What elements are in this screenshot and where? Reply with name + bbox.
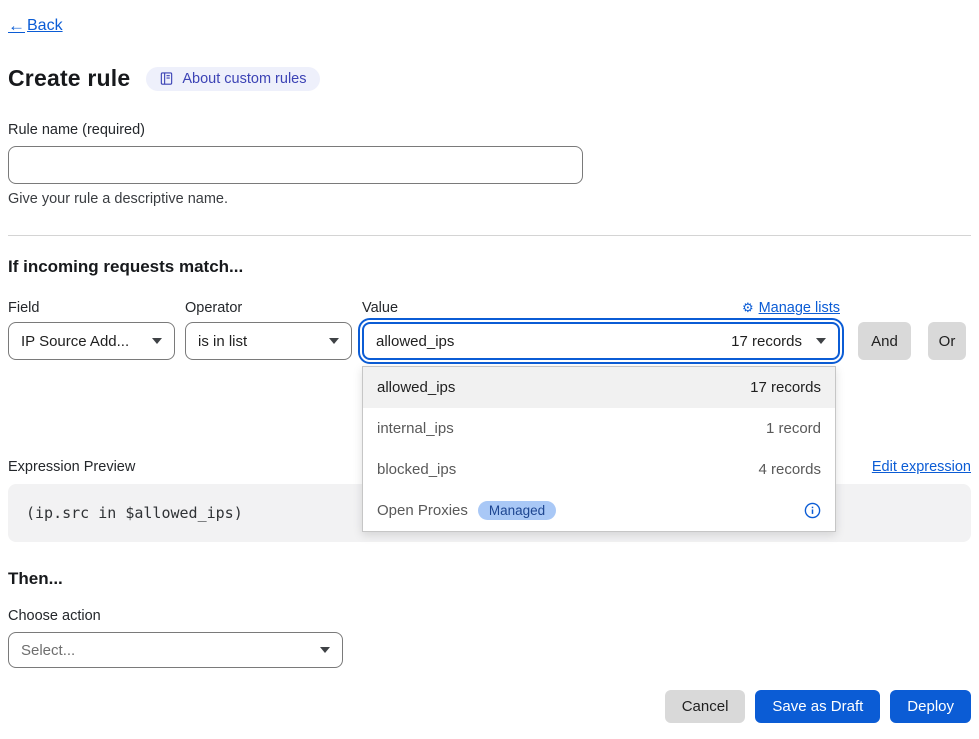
option-name: internal_ips xyxy=(377,420,454,437)
value-column: Value ⚙ Manage lists allowed_ips 17 reco… xyxy=(362,300,840,360)
option-meta: 17 records xyxy=(750,379,821,396)
value-dropdown-panel: allowed_ips 17 records internal_ips 1 re… xyxy=(362,366,836,532)
manage-lists-label: Manage lists xyxy=(759,300,840,316)
dropdown-option-allowed-ips[interactable]: allowed_ips 17 records xyxy=(363,367,835,408)
about-custom-rules-link[interactable]: About custom rules xyxy=(146,67,319,91)
gear-icon: ⚙ xyxy=(742,300,754,316)
option-meta: 4 records xyxy=(758,461,821,478)
page-title: Create rule xyxy=(8,65,130,92)
rule-name-input[interactable] xyxy=(8,146,583,184)
value-select[interactable]: allowed_ips 17 records xyxy=(362,322,840,360)
field-select-value: IP Source Add... xyxy=(21,333,129,350)
option-name: Open Proxies xyxy=(377,502,468,519)
expression-preview-label: Expression Preview xyxy=(8,459,135,475)
field-select[interactable]: IP Source Add... xyxy=(8,322,175,360)
create-rule-page: ←Back Create rule About custom rules Rul… xyxy=(0,0,979,739)
match-section-title: If incoming requests match... xyxy=(8,257,971,277)
operator-label: Operator xyxy=(185,300,352,316)
rule-name-label: Rule name (required) xyxy=(8,122,971,138)
action-select[interactable]: Select... xyxy=(8,632,343,668)
chevron-down-icon xyxy=(320,647,330,653)
value-label: Value xyxy=(362,300,398,316)
section-divider xyxy=(8,235,971,236)
manage-lists-link[interactable]: ⚙ Manage lists xyxy=(742,300,840,316)
operator-column: Operator is in list xyxy=(185,300,352,360)
save-as-draft-button[interactable]: Save as Draft xyxy=(755,690,880,723)
info-icon[interactable] xyxy=(804,502,821,519)
field-label: Field xyxy=(8,300,175,316)
action-select-placeholder: Select... xyxy=(21,642,75,659)
dropdown-option-internal-ips[interactable]: internal_ips 1 record xyxy=(363,408,835,449)
back-arrow-icon: ← xyxy=(8,16,25,36)
managed-badge: Managed xyxy=(478,501,556,520)
option-name: blocked_ips xyxy=(377,461,456,478)
or-button[interactable]: Or xyxy=(928,322,966,360)
chevron-down-icon xyxy=(816,338,826,344)
value-select-meta: 17 records xyxy=(731,333,802,350)
footer-actions: Cancel Save as Draft Deploy xyxy=(8,690,971,723)
deploy-button[interactable]: Deploy xyxy=(890,690,971,723)
field-column: Field IP Source Add... xyxy=(8,300,175,360)
operator-select[interactable]: is in list xyxy=(185,322,352,360)
dropdown-option-open-proxies[interactable]: Open Proxies Managed xyxy=(363,490,835,531)
book-icon xyxy=(159,71,174,86)
back-link-label: Back xyxy=(27,17,63,35)
option-name: allowed_ips xyxy=(377,379,455,396)
page-header: Create rule About custom rules xyxy=(8,65,971,92)
cancel-button[interactable]: Cancel xyxy=(665,690,746,723)
option-name-wrap: Open Proxies Managed xyxy=(377,501,556,520)
then-section-title: Then... xyxy=(8,569,971,589)
chevron-down-icon xyxy=(329,338,339,344)
back-link[interactable]: ←Back xyxy=(8,16,63,36)
choose-action-label: Choose action xyxy=(8,608,971,624)
edit-expression-link[interactable]: Edit expression xyxy=(872,459,971,475)
value-select-value: allowed_ips xyxy=(376,333,454,350)
operator-select-value: is in list xyxy=(198,333,247,350)
logic-buttons: And Or xyxy=(858,322,966,360)
condition-row: Field IP Source Add... Operator is in li… xyxy=(8,300,971,360)
rule-name-helper: Give your rule a descriptive name. xyxy=(8,191,971,207)
value-label-row: Value ⚙ Manage lists xyxy=(362,300,840,316)
chevron-down-icon xyxy=(152,338,162,344)
dropdown-option-blocked-ips[interactable]: blocked_ips 4 records xyxy=(363,449,835,490)
value-select-right: 17 records xyxy=(731,333,826,350)
option-meta: 1 record xyxy=(766,420,821,437)
about-custom-rules-label: About custom rules xyxy=(182,71,306,87)
and-button[interactable]: And xyxy=(858,322,911,360)
expression-code: (ip.src in $allowed_ips) xyxy=(26,504,243,522)
